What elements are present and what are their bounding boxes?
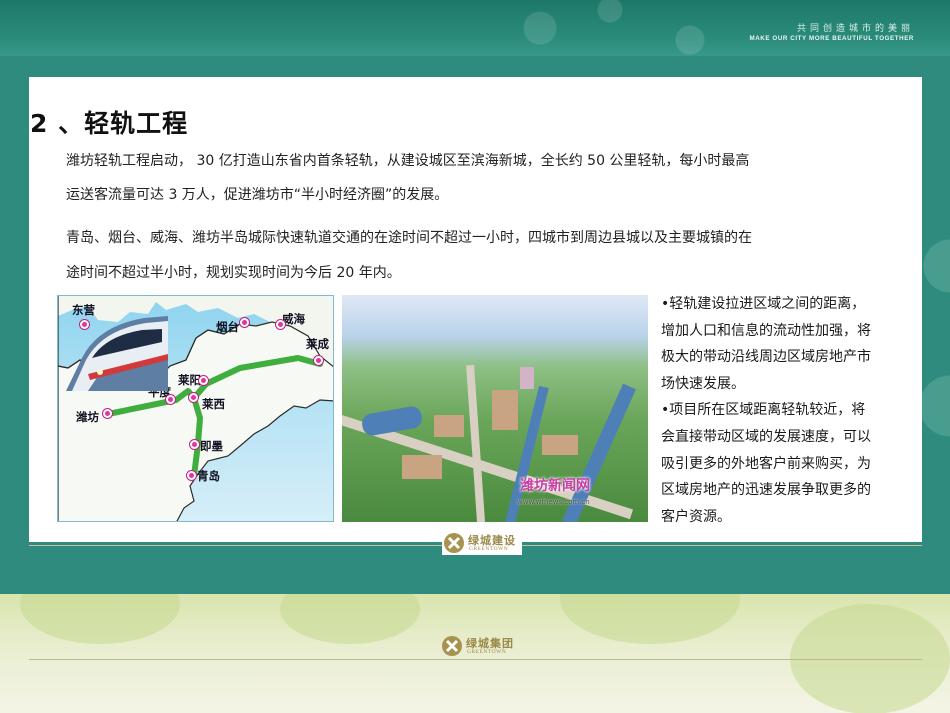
map-station-qingdao: [187, 471, 196, 480]
map-label-yantai: 烟台: [216, 320, 239, 334]
map-label-laiyang: 莱阳: [178, 373, 201, 387]
leaf-decoration: [280, 594, 420, 644]
greentown-logo-icon: [442, 636, 462, 656]
leaf-decoration: [20, 594, 180, 644]
slogan-chinese: 共同创造城市的美丽: [796, 24, 914, 34]
map-station-weifang: [103, 409, 112, 418]
aerial-watermark-url: www.wfnews.com.cn: [517, 498, 590, 506]
light-rail-map: 东营 烟台 威海 莱成 莱阳 平度 莱西 潍坊 即墨 青岛: [57, 295, 334, 522]
aerial-building-cluster: [434, 415, 464, 437]
bullet-line: 会直接带动区域的发展速度，可以: [661, 428, 871, 445]
train-image: [66, 316, 168, 391]
bullet-line: 场快速发展。: [661, 375, 745, 392]
aerial-building-cluster: [402, 455, 442, 479]
paragraph-line-1: 潍坊轻轨工程启动， 30 亿打造山东省内首条轻轨，从建设城区至滨海新城，全长约 …: [66, 153, 750, 169]
bullet-line: 吸引更多的外地客户前来购买，为: [661, 455, 871, 472]
map-station-laiyang: [199, 376, 208, 385]
aerial-tower: [520, 367, 534, 389]
bullet-points: •轻轨建设拉进区域之间的距离， 增加人口和信息的流动性加强，将 极大的带动沿线周…: [661, 291, 911, 530]
map-station-yantai: [240, 318, 249, 327]
map-station-jimo: [190, 440, 199, 449]
map-station-laixi: [189, 393, 198, 402]
slide-content-card: 2 、轻轨工程 潍坊轻轨工程启动， 30 亿打造山东省内首条轻轨，从建设城区至滨…: [29, 77, 922, 555]
paragraph-line-4: 途时间不超过半小时，规划实现时间为今后 20 年内。: [66, 265, 401, 281]
bullet-line: 区域房地产的迅速发展争取更多的: [661, 482, 871, 499]
map-station-laicheng: [314, 356, 323, 365]
aerial-road-vertical: [466, 364, 486, 522]
map-label-jimo: 即墨: [200, 439, 223, 453]
map-label-laixi: 莱西: [202, 397, 225, 411]
map-label-weihai: 威海: [282, 312, 305, 326]
bullet-line: •轻轨建设拉进区域之间的距离，: [661, 296, 866, 312]
logo-english-text: GREENTOWN: [469, 546, 509, 552]
bullet-line: 客户资源。: [661, 508, 731, 525]
paragraph-line-3: 青岛、烟台、威海、潍坊半岛城际快速轨道交通的在途时间不超过一小时，四城市到周边县…: [66, 230, 752, 246]
paragraph-line-2: 运送客流量可达 3 万人，促进潍坊市“半小时经济圈”的发展。: [66, 187, 449, 203]
top-banner: 共同创造城市的美丽 MAKE OUR CITY MORE BEAUTIFUL T…: [0, 0, 950, 56]
leaf-decoration: [920, 206, 950, 506]
aerial-city-rendering: 潍坊新闻网 www.wfnews.com.cn: [342, 295, 648, 522]
map-station-weihai: [276, 320, 285, 329]
aerial-building-cluster: [542, 435, 578, 455]
map-label-qingdao: 青岛: [197, 469, 220, 483]
map-label-weifang: 潍坊: [76, 410, 99, 424]
bullet-line: •项目所在区域距离轻轨较近，将: [661, 402, 866, 419]
greentown-group-logo: 绿城集团 GREENTOWN: [440, 634, 524, 660]
map-station-pingdu: [166, 395, 175, 404]
slogan-english: MAKE OUR CITY MORE BEAUTIFUL TOGETHER: [749, 35, 914, 42]
logo-english-text: GREENTOWN: [467, 649, 507, 655]
bullet-line: 极大的带动沿线周边区域房地产市: [661, 349, 871, 366]
leaf-decoration: [560, 594, 740, 644]
footer-band: 绿城集团 GREENTOWN: [0, 594, 950, 713]
map-label-laicheng: 莱成: [306, 337, 329, 351]
greentown-logo-icon: [444, 533, 464, 553]
aerial-building-cluster: [492, 390, 518, 430]
bullet-line: 增加人口和信息的流动性加强，将: [661, 322, 871, 339]
aerial-watermark: 潍坊新闻网: [520, 478, 590, 494]
slide-title: 2 、轻轨工程: [30, 109, 189, 138]
greentown-construction-logo: 绿城建设 GREENTOWN: [442, 531, 522, 555]
